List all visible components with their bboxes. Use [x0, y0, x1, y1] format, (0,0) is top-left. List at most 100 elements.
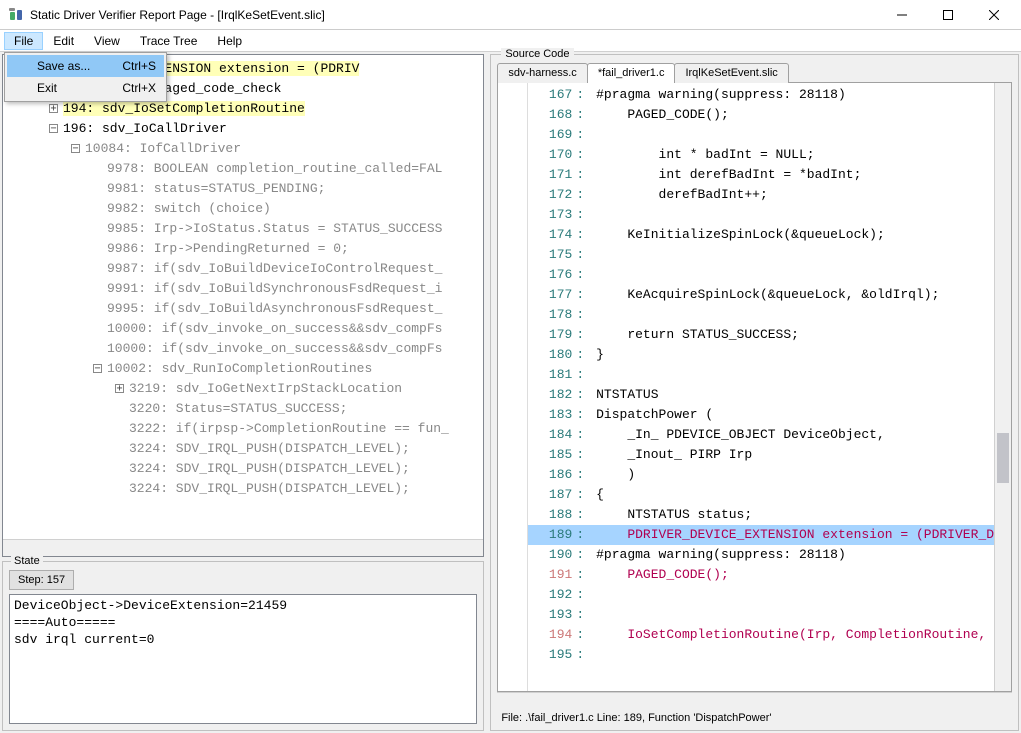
code-text: int * badInt = NULL; — [588, 145, 994, 165]
code-line[interactable]: 185: _Inout_ PIRP Irp — [528, 445, 994, 465]
state-title: State — [11, 555, 43, 567]
tree-expander-icon[interactable]: + — [49, 104, 58, 113]
code-line[interactable]: 184: _In_ PDEVICE_OBJECT DeviceObject, — [528, 425, 994, 445]
tree-row[interactable]: 9978: BOOLEAN completion_routine_called=… — [63, 159, 479, 179]
tree-row[interactable]: 3220: Status=STATUS_SUCCESS; — [63, 399, 479, 419]
code-line[interactable]: 168: PAGED_CODE(); — [528, 105, 994, 125]
code-text: derefBadInt++; — [588, 185, 994, 205]
source-vscroll[interactable] — [994, 83, 1011, 691]
code-line[interactable]: 180: } — [528, 345, 994, 365]
trace-tree[interactable]: ER_DEVICE_EXTENSION extension = (PDRIV+1… — [2, 54, 484, 557]
line-number: 181 — [528, 365, 576, 385]
tab-irqlkesetevent-slic[interactable]: IrqlKeSetEvent.slic — [674, 63, 788, 83]
left-pane: ER_DEVICE_EXTENSION extension = (PDRIV+1… — [2, 54, 484, 731]
tree-label: 9991: if(sdv_IoBuildSynchronousFsdReques… — [107, 281, 442, 296]
minimize-button[interactable] — [879, 0, 925, 30]
code-line[interactable]: 181: — [528, 365, 994, 385]
tab-sdv-harness-c[interactable]: sdv-harness.c — [497, 63, 587, 83]
scroll-thumb[interactable] — [997, 433, 1009, 483]
source-status: File: .\fail_driver1.c Line: 189, Functi… — [497, 709, 1012, 726]
tree-label: 9981: status=STATUS_PENDING; — [107, 181, 325, 196]
tree-row[interactable]: 3224: SDV_IRQL_PUSH(DISPATCH_LEVEL); — [63, 439, 479, 459]
line-number: 185 — [528, 445, 576, 465]
tree-row[interactable]: 9986: Irp->PendingReturned = 0; — [63, 239, 479, 259]
code-line[interactable]: 195: — [528, 645, 994, 665]
tree-expander-icon[interactable]: − — [49, 124, 58, 133]
tree-row[interactable]: +194: sdv_IoSetCompletionRoutine — [63, 99, 479, 119]
tree-row[interactable]: 10000: if(sdv_invoke_on_success&&sdv_com… — [63, 339, 479, 359]
code-line[interactable]: 192: — [528, 585, 994, 605]
code-line[interactable]: 175: — [528, 245, 994, 265]
state-text[interactable]: DeviceObject->DeviceExtension=21459 ====… — [9, 594, 477, 724]
code-line[interactable]: 170: int * badInt = NULL; — [528, 145, 994, 165]
code-line[interactable]: 178: — [528, 305, 994, 325]
code-area[interactable]: 167: #pragma warning(suppress: 28118)168… — [528, 83, 994, 691]
code-line[interactable]: 167: #pragma warning(suppress: 28118) — [528, 85, 994, 105]
tree-row[interactable]: 3224: SDV_IRQL_PUSH(DISPATCH_LEVEL); — [63, 479, 479, 499]
code-line[interactable]: 188: NTSTATUS status; — [528, 505, 994, 525]
tree-row[interactable]: 9982: switch (choice) — [63, 199, 479, 219]
menu-help[interactable]: Help — [207, 32, 252, 50]
tree-row[interactable]: 9985: Irp->IoStatus.Status = STATUS_SUCC… — [63, 219, 479, 239]
tree-row[interactable]: 9987: if(sdv_IoBuildDeviceIoControlReque… — [63, 259, 479, 279]
source-tabs: sdv-harness.c*fail_driver1.cIrqlKeSetEve… — [497, 63, 1012, 83]
tree-hscroll[interactable] — [3, 539, 483, 556]
code-text: return STATUS_SUCCESS; — [588, 325, 994, 345]
line-number: 193 — [528, 605, 576, 625]
tree-row[interactable]: 10000: if(sdv_invoke_on_success&&sdv_com… — [63, 319, 479, 339]
tree-expander-icon[interactable]: + — [115, 384, 124, 393]
line-number: 188 — [528, 505, 576, 525]
code-line[interactable]: 177: KeAcquireSpinLock(&queueLock, &oldI… — [528, 285, 994, 305]
close-button[interactable] — [971, 0, 1017, 30]
tree-row[interactable]: 9981: status=STATUS_PENDING; — [63, 179, 479, 199]
window-title: Static Driver Verifier Report Page - [Ir… — [30, 8, 879, 22]
source-title: Source Code — [501, 48, 573, 60]
code-line[interactable]: 171: int derefBadInt = *badInt; — [528, 165, 994, 185]
menu-trace-tree[interactable]: Trace Tree — [130, 32, 208, 50]
menu-exit[interactable]: Exit Ctrl+X — [7, 77, 164, 99]
tree-expander-icon[interactable]: − — [93, 364, 102, 373]
tree-expander-icon[interactable]: − — [71, 144, 80, 153]
app-icon — [8, 7, 24, 23]
tree-row[interactable]: 3224: SDV_IRQL_PUSH(DISPATCH_LEVEL); — [63, 459, 479, 479]
line-number: 167 — [528, 85, 576, 105]
tree-row[interactable]: +3219: sdv_IoGetNextIrpStackLocation — [63, 379, 479, 399]
tree-row[interactable]: 9995: if(sdv_IoBuildAsynchronousFsdReque… — [63, 299, 479, 319]
code-line[interactable]: 187: { — [528, 485, 994, 505]
source-hscroll[interactable] — [497, 692, 1012, 709]
line-number: 169 — [528, 125, 576, 145]
code-line[interactable]: 186: ) — [528, 465, 994, 485]
menu-file[interactable]: File — [4, 32, 43, 50]
code-line[interactable]: 176: — [528, 265, 994, 285]
code-line[interactable]: 190: #pragma warning(suppress: 28118) — [528, 545, 994, 565]
tree-row[interactable]: 9991: if(sdv_IoBuildSynchronousFsdReques… — [63, 279, 479, 299]
code-text: int derefBadInt = *badInt; — [588, 165, 994, 185]
code-line[interactable]: 194: IoSetCompletionRoutine(Irp, Complet… — [528, 625, 994, 645]
code-line[interactable]: 193: — [528, 605, 994, 625]
line-number: 183 — [528, 405, 576, 425]
tree-row[interactable]: −10002: sdv_RunIoCompletionRoutines — [63, 359, 479, 379]
tree-label: 9978: BOOLEAN completion_routine_called=… — [107, 161, 442, 176]
code-line[interactable]: 173: — [528, 205, 994, 225]
line-number: 168 — [528, 105, 576, 125]
code-line[interactable]: 183: DispatchPower ( — [528, 405, 994, 425]
code-line[interactable]: 191: PAGED_CODE(); — [528, 565, 994, 585]
menu-view[interactable]: View — [84, 32, 130, 50]
tree-row[interactable]: −196: sdv_IoCallDriver — [63, 119, 479, 139]
maximize-button[interactable] — [925, 0, 971, 30]
menu-edit[interactable]: Edit — [43, 32, 84, 50]
tree-row[interactable]: −10084: IofCallDriver — [63, 139, 479, 159]
code-line[interactable]: 179: return STATUS_SUCCESS; — [528, 325, 994, 345]
code-line[interactable]: 189: PDRIVER_DEVICE_EXTENSION extension … — [528, 525, 994, 545]
code-text: #pragma warning(suppress: 28118) — [588, 85, 994, 105]
code-text: PDRIVER_DEVICE_EXTENSION extension = (PD… — [588, 525, 994, 545]
tree-row[interactable]: 3222: if(irpsp->CompletionRoutine == fun… — [63, 419, 479, 439]
code-line[interactable]: 169: — [528, 125, 994, 145]
code-line[interactable]: 172: derefBadInt++; — [528, 185, 994, 205]
code-line[interactable]: 182: NTSTATUS — [528, 385, 994, 405]
menu-save-as[interactable]: Save as... Ctrl+S — [7, 55, 164, 77]
step-button[interactable]: Step: 157 — [9, 570, 74, 590]
code-line[interactable]: 174: KeInitializeSpinLock(&queueLock); — [528, 225, 994, 245]
code-text: ) — [588, 465, 994, 485]
tab--fail-driver1-c[interactable]: *fail_driver1.c — [587, 63, 676, 83]
